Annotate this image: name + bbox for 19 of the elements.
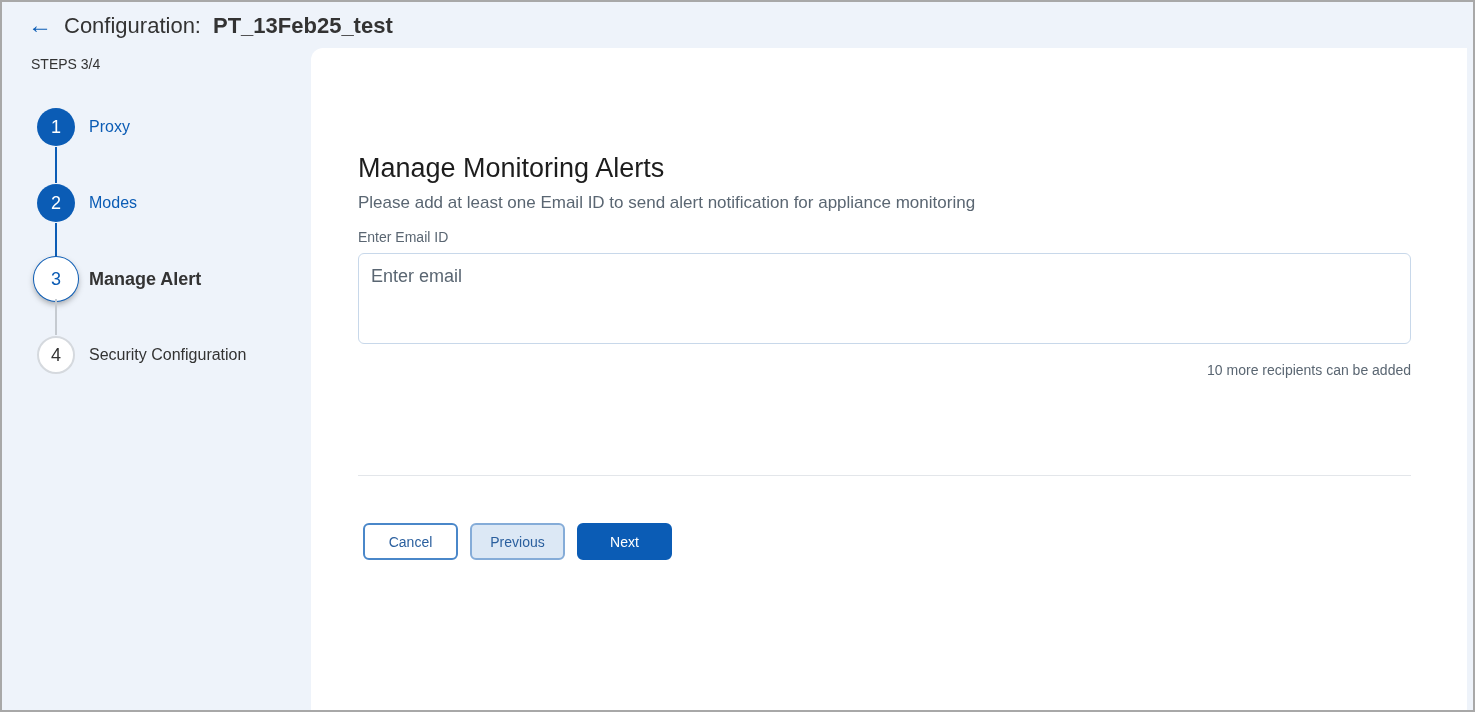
- steps-counter: STEPS 3/4: [31, 55, 102, 74]
- form-title: Manage Monitoring Alerts: [358, 152, 666, 185]
- form-subtitle: Please add at least one Email ID to send alert notification for appliance monitoring: [358, 191, 977, 214]
- step-label[interactable]: Manage Alert: [89, 265, 202, 293]
- field-label: Enter Email ID: [358, 228, 450, 248]
- step-label[interactable]: Security Configuration: [89, 343, 247, 367]
- step-connector: [55, 147, 57, 183]
- recipients-hint: 10 more recipients can be added: [1207, 361, 1411, 381]
- form-button[interactable]: Previous: [470, 523, 565, 561]
- configuration-name: PT_13Feb25_test: [213, 11, 393, 40]
- email-input-field[interactable]: Enter email: [358, 253, 1411, 345]
- back-button[interactable]: ←: [28, 13, 52, 37]
- step-connector: [55, 299, 57, 335]
- step-connector: [55, 223, 57, 259]
- form-button[interactable]: Next: [577, 523, 672, 561]
- form-button[interactable]: Cancel: [363, 523, 458, 561]
- page-title-label: Configuration:: [64, 11, 201, 40]
- step-label[interactable]: Proxy: [89, 115, 130, 139]
- step-label[interactable]: Modes: [89, 191, 138, 215]
